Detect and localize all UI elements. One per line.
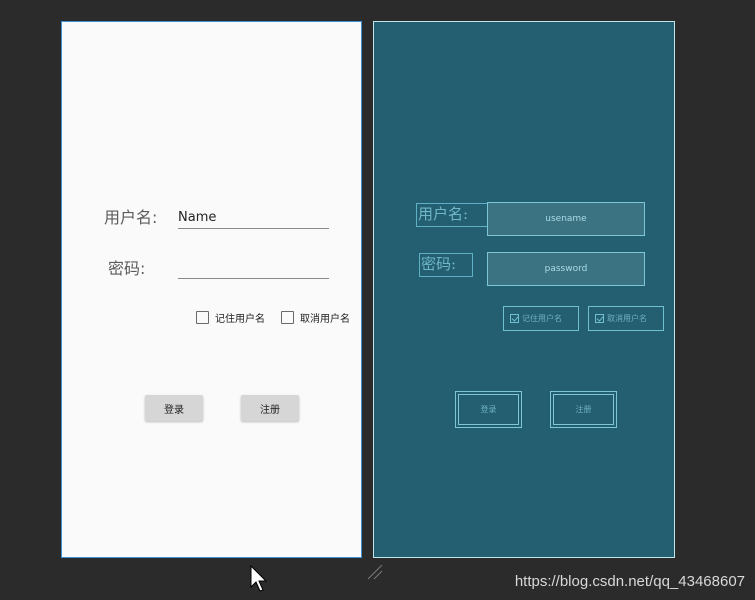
blueprint-username-field[interactable]: usename <box>487 202 645 236</box>
checkbox-icon <box>281 311 294 324</box>
password-field[interactable] <box>178 257 329 279</box>
remember-username-label: 记住用户名 <box>215 314 265 325</box>
blueprint-remember-checkbox[interactable]: 记住用户名 <box>503 306 579 331</box>
register-button[interactable]: 注册 <box>241 395 299 421</box>
cancel-username-checkbox[interactable]: 取消用户名 <box>281 310 350 325</box>
blueprint-username-label[interactable]: 用户名: <box>416 203 488 227</box>
resize-handle-icon[interactable] <box>366 563 384 581</box>
blueprint-cancel-checkbox[interactable]: 取消用户名 <box>588 306 664 331</box>
blueprint-remember-label: 记住用户名 <box>522 314 562 323</box>
watermark: https://blog.csdn.net/qq_43468607 <box>514 573 745 590</box>
username-label: 用户名: <box>104 208 158 227</box>
checkbox-icon <box>595 314 604 323</box>
blueprint-register-label: 注册 <box>553 394 614 425</box>
checkbox-icon <box>196 311 209 324</box>
password-label: 密码: <box>108 259 146 278</box>
blueprint-cancel-label: 取消用户名 <box>607 314 647 323</box>
mouse-pointer-icon <box>250 565 268 592</box>
login-button[interactable]: 登录 <box>145 395 203 421</box>
username-field[interactable]: Name <box>178 207 329 229</box>
cancel-username-label: 取消用户名 <box>300 314 350 325</box>
remember-username-checkbox[interactable]: 记住用户名 <box>196 310 265 325</box>
checkbox-icon <box>510 314 519 323</box>
blueprint-password-label[interactable]: 密码: <box>419 253 473 277</box>
blueprint-password-field[interactable]: password <box>487 252 645 286</box>
blueprint-preview-panel[interactable]: 用户名: usename 密码: password 记住用户名 取消用户名 登录… <box>373 21 675 558</box>
blueprint-login-button[interactable]: 登录 <box>455 391 522 428</box>
blueprint-register-button[interactable]: 注册 <box>550 391 617 428</box>
blueprint-login-label: 登录 <box>458 394 519 425</box>
design-preview-panel[interactable]: 用户名: Name 密码: 记住用户名 取消用户名 登录 注册 <box>61 21 362 558</box>
